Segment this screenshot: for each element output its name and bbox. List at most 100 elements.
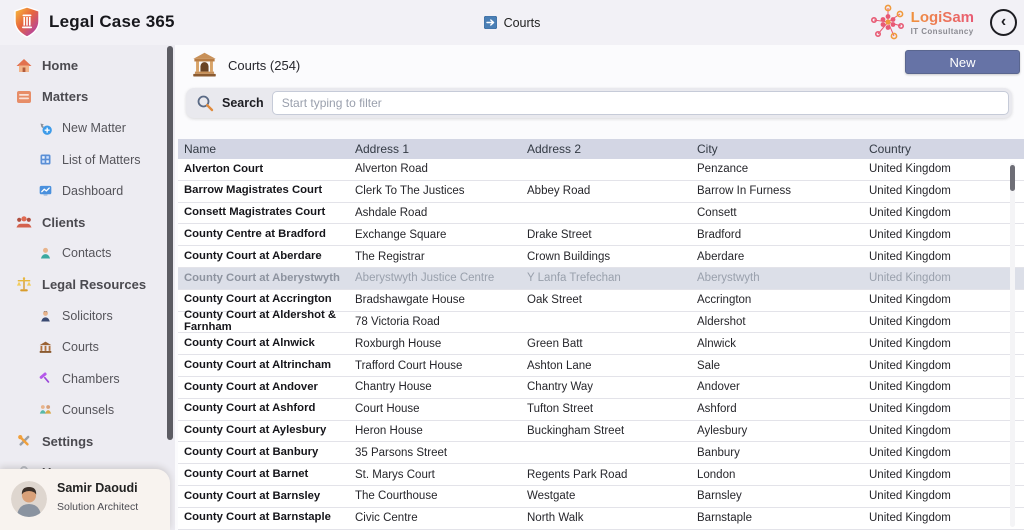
cell: United Kingdom [863,381,1024,393]
cell: United Kingdom [863,294,1024,306]
sidebar-item-solicitors[interactable]: Solicitors [0,300,167,331]
cell: United Kingdom [863,338,1024,350]
table-row[interactable]: County Court at AylesburyHeron HouseBuck… [178,421,1024,443]
cell: Barrow In Furness [691,185,863,197]
table-row[interactable]: County Court at BarnsleyThe CourthouseWe… [178,486,1024,508]
sidebar-item-dashboard[interactable]: Dashboard [0,175,167,206]
courts-icon [38,340,53,355]
sidebar-item-label: Contacts [62,246,111,260]
table-row[interactable]: Alverton CourtAlverton RoadPenzanceUnite… [178,159,1024,181]
brand-logo: LogiSam IT Consultancy [869,3,974,41]
sidebar-item-contacts[interactable]: Contacts [0,238,167,269]
cell-name: County Court at Barnet [178,469,349,481]
table-row[interactable]: County Court at AberdareThe RegistrarCro… [178,246,1024,268]
brand-name: LogiSam [911,9,974,26]
sidebar-nav: Home Matters New Matter List of Matters Dash… [0,50,167,488]
cell: Westgate [521,490,691,502]
column-header[interactable]: City [691,142,863,156]
search-input[interactable] [272,91,1009,115]
table-row[interactable]: County Court at BarnetSt. Marys CourtReg… [178,464,1024,486]
column-header[interactable]: Address 2 [521,142,691,156]
cell: Drake Street [521,229,691,241]
chambers-icon [38,371,53,386]
collapse-back-button[interactable]: ‹ [990,9,1017,36]
sidebar-item-chambers[interactable]: Chambers [0,363,167,394]
table-row[interactable]: County Court at AltrinchamTrafford Court… [178,355,1024,377]
table-row[interactable]: County Centre at BradfordExchange Square… [178,224,1024,246]
brand-tagline: IT Consultancy [911,27,974,36]
table-row[interactable]: County Court at Aldershot & Farnham78 Vi… [178,312,1024,334]
cell-name: County Court at Aberystwyth [178,273,349,285]
sidebar-item-settings[interactable]: Settings [0,426,167,457]
sidebar-item-label: Dashboard [62,184,123,198]
sidebar-item-matters[interactable]: Matters [0,81,167,112]
cell: United Kingdom [863,447,1024,459]
cell: Aberystwyth Justice Centre [349,272,521,284]
sidebar-item-courts[interactable]: Courts [0,332,167,363]
table-row[interactable]: County Court at AccringtonBradshawgate H… [178,290,1024,312]
cell: 35 Parsons Street [349,447,521,459]
cell: The Courthouse [349,490,521,502]
sidebar-item-legal-resources[interactable]: Legal Resources [0,269,167,300]
cell-name: County Court at Altrincham [178,360,349,372]
cell: Chantry Way [521,381,691,393]
column-header[interactable]: Name [178,142,349,156]
logisam-molecule-icon [869,3,907,41]
user-role: Solution Architect [57,501,138,513]
sidebar-item-new-matter[interactable]: New Matter [0,113,167,144]
cell-name: County Centre at Bradford [178,229,349,241]
sidebar-item-list-of-matters[interactable]: List of Matters [0,144,167,175]
column-header[interactable]: Country [863,142,1024,156]
main-content: Courts (254) New Search NameAddress 1Add… [175,45,1024,530]
legal-resources-icon [15,276,33,294]
search-label: Search [222,96,264,110]
table-row[interactable]: County Court at AlnwickRoxburgh HouseGre… [178,333,1024,355]
table-scrollbar-thumb[interactable] [1010,165,1015,191]
cell: Roxburgh House [349,338,521,350]
settings-icon [15,432,33,450]
table-row[interactable]: County Court at AberystwythAberystwyth J… [178,268,1024,290]
table-row[interactable]: County Court at BarnstapleCivic CentreNo… [178,508,1024,530]
courthouse-icon [191,51,218,78]
sidebar-item-label: New Matter [62,121,126,135]
list-of-matters-icon [38,152,53,167]
matters-icon [15,88,33,106]
cell: Alnwick [691,338,863,350]
cell: Heron House [349,425,521,437]
sidebar-item-label: Matters [42,89,88,104]
cell: North Walk [521,512,691,524]
table-scrollbar[interactable] [1010,163,1015,527]
sidebar: Home Matters New Matter List of Matters Dash… [0,45,175,530]
cell-name: Alverton Court [178,164,349,176]
cell: Bradshawgate House [349,294,521,306]
sidebar-item-clients[interactable]: Clients [0,206,167,237]
cell: Barnstaple [691,512,863,524]
sidebar-item-label: Home [42,58,78,73]
page-title: Courts (254) [228,58,300,73]
cell: St. Marys Court [349,469,521,481]
cell: United Kingdom [863,425,1024,437]
table-row[interactable]: County Court at AndoverChantry HouseChan… [178,377,1024,399]
sidebar-item-label: Chambers [62,372,120,386]
cell: Sale [691,360,863,372]
sidebar-item-counsels[interactable]: Counsels [0,394,167,425]
table-row[interactable]: Consett Magistrates CourtAshdale RoadCon… [178,203,1024,225]
cell-name: County Court at Banbury [178,447,349,459]
cell: Buckingham Street [521,425,691,437]
column-header[interactable]: Address 1 [349,142,521,156]
cell: United Kingdom [863,512,1024,524]
user-name: Samir Daoudi [57,481,138,495]
solicitors-icon [38,309,53,324]
cell: Andover [691,381,863,393]
user-card[interactable]: Samir Daoudi Solution Architect [0,469,170,530]
table-row[interactable]: Barrow Magistrates CourtClerk To The Jus… [178,181,1024,203]
cell: United Kingdom [863,490,1024,502]
sidebar-scrollbar[interactable] [167,46,173,440]
table-row[interactable]: County Court at AshfordCourt HouseTufton… [178,399,1024,421]
new-button[interactable]: New [905,50,1020,74]
table-row[interactable]: County Court at Banbury35 Parsons Street… [178,442,1024,464]
sidebar-item-home[interactable]: Home [0,50,167,81]
cell: Court House [349,403,521,415]
avatar [11,481,47,517]
cell: United Kingdom [863,403,1024,415]
